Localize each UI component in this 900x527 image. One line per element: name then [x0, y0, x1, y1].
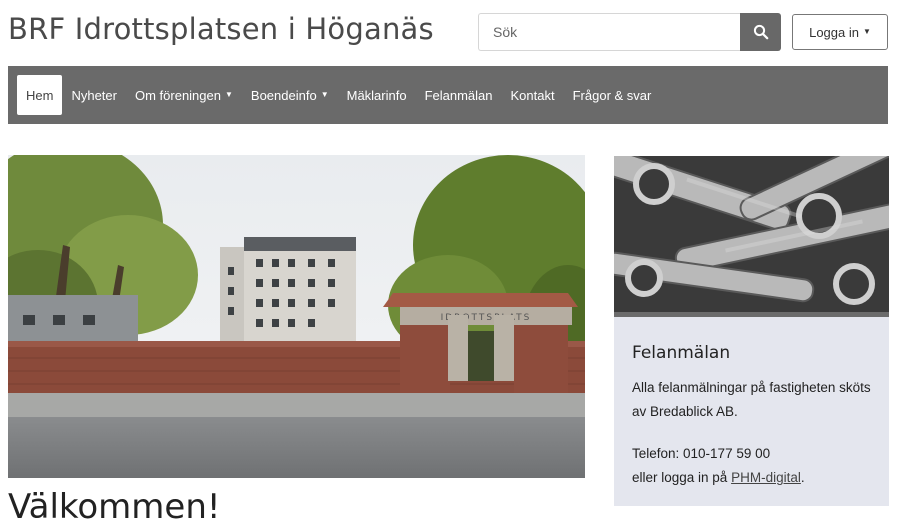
login-button[interactable]: Logga in ▼	[792, 14, 888, 50]
card-title: Felanmälan	[632, 343, 731, 363]
search-icon	[753, 24, 768, 40]
nav-item-fragor-svar[interactable]: Frågor & svar	[564, 75, 661, 115]
nav-item-maklarinfo[interactable]: Mäklarinfo	[338, 75, 416, 115]
card-text: Alla felanmälningar på fastigheten sköts…	[632, 380, 871, 419]
login-label: Logga in	[809, 24, 859, 40]
phm-digital-link[interactable]: PHM-digital	[731, 470, 801, 485]
nav-item-kontakt[interactable]: Kontakt	[502, 75, 564, 115]
wrenches-image	[614, 156, 889, 312]
nav-item-boendeinfo[interactable]: Boendeinfo ▼	[242, 75, 338, 115]
felanmalan-card: Felanmälan Alla felanmälningar på fastig…	[614, 156, 889, 506]
card-contact: Telefon: 010-177 59 00 eller logga in på…	[632, 442, 884, 490]
nav-item-felanmalan[interactable]: Felanmälan	[416, 75, 502, 115]
search-button[interactable]	[740, 13, 781, 51]
phone-line: Telefon: 010-177 59 00	[632, 446, 771, 461]
nav-item-hem[interactable]: Hem	[17, 75, 63, 115]
nav-item-om-foreningen[interactable]: Om föreningen ▼	[126, 75, 242, 115]
chevron-down-icon: ▼	[862, 26, 871, 36]
site-title[interactable]: BRF Idrottsplatsen i Höganäs	[8, 12, 434, 46]
page-heading: Välkommen!	[8, 487, 221, 527]
nav-item-nyheter[interactable]: Nyheter	[62, 75, 126, 115]
main-navbar: Hem Nyheter Om föreningen ▼ Boendeinfo ▼ M…	[8, 66, 888, 124]
chevron-down-icon: ▼	[320, 89, 329, 99]
hero-image: IDROTTSPLATS	[8, 155, 585, 478]
card-divider	[614, 312, 889, 317]
search-form	[478, 13, 781, 53]
search-input[interactable]	[478, 13, 740, 51]
chevron-down-icon: ▼	[224, 89, 233, 99]
login-line: eller logga in på PHM-digital.	[632, 470, 805, 485]
